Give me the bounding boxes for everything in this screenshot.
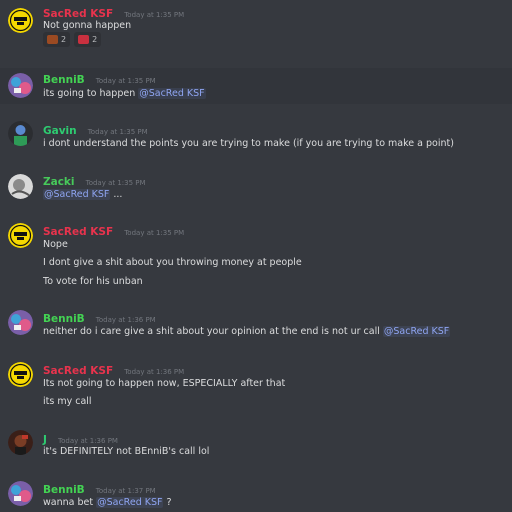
user-mention[interactable]: @SacRed KSF (96, 497, 164, 508)
message-item[interactable]: BenniB Today at 1:35 PM its going to hap… (0, 68, 512, 104)
author-name[interactable]: SacRed KSF (43, 226, 113, 238)
author-name[interactable]: Gavin (43, 125, 77, 137)
timestamp: Today at 1:35 PM (95, 77, 156, 85)
message-item[interactable]: Gavin Today at 1:35 PM i dont understand… (0, 118, 512, 156)
message-item[interactable]: SacRed KSF Today at 1:35 PM Nope I dont … (0, 220, 512, 292)
message-text: To vote for his unban (43, 276, 143, 287)
user-mention[interactable]: @SacRed KSF (43, 189, 111, 200)
message-text: it's DEFINITELY not BEnniB's call lol (43, 446, 210, 457)
message-item[interactable]: SacRed KSF Today at 1:35 PM Not gonna ha… (0, 0, 512, 56)
avatar-bennib[interactable] (8, 481, 33, 506)
author-name[interactable]: Zacki (43, 176, 75, 188)
message-text: neither do i care give a shit about your… (43, 326, 451, 337)
timestamp: Today at 1:37 PM (95, 487, 156, 495)
chat-messages: SacRed KSF Today at 1:35 PM Not gonna ha… (0, 0, 512, 512)
avatar-bvb[interactable] (8, 8, 33, 33)
avatar-j[interactable] (8, 430, 33, 455)
author-name[interactable]: BenniB (43, 313, 85, 325)
user-mention[interactable]: @SacRed KSF (382, 326, 451, 337)
message-item[interactable]: BenniB Today at 1:37 PM wanna bet @SacRe… (0, 478, 512, 512)
reaction-count: 2 (61, 35, 67, 44)
message-item[interactable]: J Today at 1:36 PM it's DEFINITELY not B… (0, 428, 512, 468)
user-mention[interactable]: @SacRed KSF (138, 88, 206, 99)
message-item[interactable]: Zacki Today at 1:35 PM @SacRed KSF ... (0, 170, 512, 210)
timestamp: Today at 1:36 PM (95, 316, 156, 324)
avatar-bennib[interactable] (8, 310, 33, 335)
message-text: i dont understand the points you are try… (43, 138, 454, 149)
message-text: its my call (43, 396, 92, 407)
timestamp: Today at 1:35 PM (87, 128, 148, 136)
message-item[interactable]: BenniB Today at 1:36 PM neither do i car… (0, 306, 512, 346)
timestamp: Today at 1:36 PM (58, 437, 118, 445)
avatar-bvb[interactable] (8, 223, 33, 248)
author-name[interactable]: SacRed KSF (43, 365, 113, 377)
author-name[interactable]: BenniB (43, 484, 85, 496)
message-text: wanna bet @SacRed KSF ? (43, 497, 172, 508)
avatar-bennib[interactable] (8, 73, 33, 98)
angry-emoji-icon (78, 35, 90, 44)
author-name[interactable]: BenniB (43, 74, 85, 86)
message-text: Its not going to happen now, ESPECIALLY … (43, 378, 286, 389)
reactions: 2 2 (43, 32, 102, 47)
message-text: its going to happen @SacRed KSF (43, 88, 206, 99)
message-text: Nope (43, 239, 68, 250)
reaction-angry[interactable]: 2 (74, 32, 102, 47)
poop-emoji-icon (47, 35, 58, 44)
timestamp: Today at 1:35 PM (124, 11, 185, 19)
message-text: I dont give a shit about you throwing mo… (43, 257, 302, 268)
reaction-count: 2 (92, 35, 98, 44)
message-text: Not gonna happen (43, 20, 132, 31)
message-item[interactable]: SacRed KSF Today at 1:36 PM Its not goin… (0, 360, 512, 416)
timestamp: Today at 1:35 PM (85, 179, 146, 187)
reaction-poop[interactable]: 2 (43, 32, 71, 47)
avatar-gavin[interactable] (8, 121, 33, 146)
timestamp: Today at 1:35 PM (124, 229, 185, 237)
timestamp: Today at 1:36 PM (124, 368, 185, 376)
avatar-zacki[interactable] (8, 174, 33, 199)
avatar-bvb[interactable] (8, 362, 33, 387)
message-text: @SacRed KSF ... (43, 189, 123, 200)
